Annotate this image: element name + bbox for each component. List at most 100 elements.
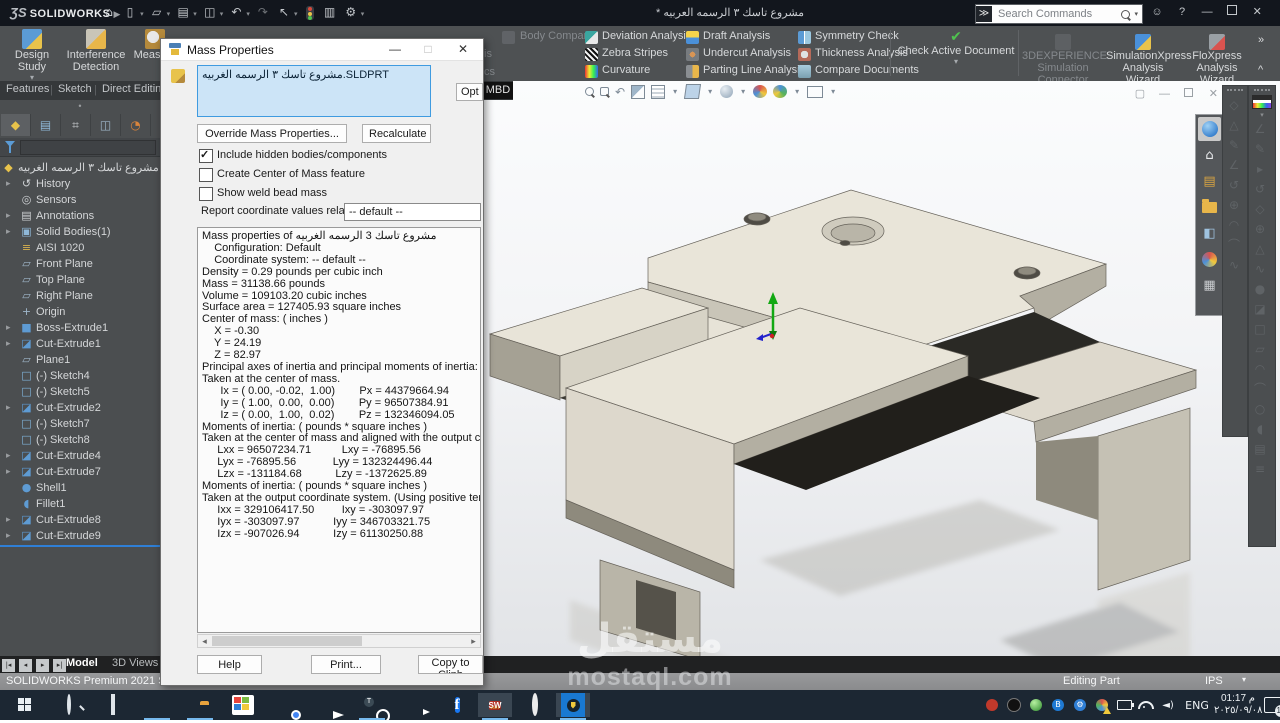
taskpane-file-explorer-tab[interactable]	[1198, 195, 1221, 219]
tab-configurationmanager[interactable]: ⌗	[61, 114, 91, 136]
tree-item[interactable]: ◆ مشروع تاسك ٣ الرسمه الغربيه (D	[0, 160, 160, 176]
taskbar-app-button[interactable]: SW	[478, 693, 512, 717]
zebra-stripes-label[interactable]: Zebra Stripes	[602, 47, 668, 59]
taskpane-appearances-tab[interactable]	[1198, 247, 1221, 271]
symmetry-check-label[interactable]: Symmetry Check	[815, 30, 899, 42]
expand-arrow-icon[interactable]: ▸	[6, 464, 11, 480]
expand-arrow-icon[interactable]: ▸	[6, 208, 11, 224]
document-list-box[interactable]: مشروع تاسك ٣ الرسمه الغربيه.SLDPRT	[197, 65, 431, 117]
compare-documents-icon[interactable]	[798, 65, 811, 78]
undo-icon[interactable]: ↶	[227, 5, 245, 19]
open-icon[interactable]: ▱	[148, 5, 166, 19]
undercut-analysis-icon[interactable]	[686, 48, 699, 61]
print-icon[interactable]: ◫	[201, 5, 219, 19]
expand-arrow-icon[interactable]: ▸	[6, 320, 11, 336]
doc-close-icon[interactable]: ✕	[1203, 87, 1223, 100]
tray-bluetooth-icon[interactable]: B	[1050, 697, 1066, 713]
expand-arrow-icon[interactable]: ▸	[6, 224, 11, 240]
tab-direct-editing[interactable]: Direct Editing	[102, 83, 167, 95]
tree-item[interactable]: ▸ ■ Boss-Extrude1	[0, 320, 160, 336]
taskbar-app-button[interactable]	[398, 693, 432, 717]
options-caret-icon[interactable]: ▾	[361, 11, 365, 18]
taskbar-app-button[interactable]	[518, 693, 552, 717]
open-caret-icon[interactable]: ▾	[167, 11, 171, 18]
design-study-button[interactable]: Design Study ▾	[4, 29, 60, 82]
scroll-left-arrow-icon[interactable]: ◂	[198, 635, 211, 647]
previous-view-icon[interactable]: ↶	[615, 85, 625, 99]
tab-3d-views[interactable]: 3D Views	[112, 657, 158, 669]
statusbar-units[interactable]: IPS	[1205, 675, 1223, 687]
hud-caret-icon[interactable]: ▾	[673, 87, 677, 96]
expand-arrow-icon[interactable]: ▸	[6, 512, 11, 528]
draft-analysis-icon[interactable]	[686, 31, 699, 44]
apply-scene-icon[interactable]	[773, 85, 787, 98]
tray-settings-wrench-icon[interactable]: ⚙	[1072, 697, 1088, 713]
taskpane-view-palette-tab[interactable]: ◧	[1198, 221, 1221, 245]
tree-item[interactable]: + Origin	[0, 304, 160, 320]
edit-appearance-icon[interactable]	[753, 85, 767, 98]
tree-item[interactable]: ◖ Fillet1	[0, 496, 160, 512]
tab-scroll-prev-button[interactable]: ◂	[19, 659, 32, 672]
taskpane-custom-properties-tab[interactable]: ▦	[1198, 273, 1221, 297]
taskbar-app-button[interactable]	[226, 693, 260, 717]
expand-arrow-icon[interactable]: ▸	[6, 176, 11, 192]
coordinate-system-dropdown[interactable]: -- default --	[344, 203, 481, 221]
curvature-icon[interactable]	[585, 65, 598, 78]
expand-arrow-icon[interactable]: ▸	[6, 336, 11, 352]
tab-displaymanager[interactable]: ◔	[121, 114, 151, 136]
user-account-icon[interactable]: ☺	[1146, 6, 1168, 18]
hud-caret-icon[interactable]: ▾	[708, 87, 712, 96]
view-settings-monitor-icon[interactable]	[807, 86, 823, 98]
taskpane-design-library-tab[interactable]: ▤	[1198, 169, 1221, 193]
select-cursor-icon[interactable]: ↖	[275, 5, 293, 19]
tray-pie-warning-icon[interactable]	[1094, 697, 1110, 713]
tray-wifi-icon[interactable]	[1138, 697, 1154, 713]
view-orientation-cube-icon[interactable]	[684, 84, 701, 99]
tree-item[interactable]: ▱ Right Plane	[0, 288, 160, 304]
file-properties-icon[interactable]: ▥	[321, 5, 339, 19]
print-caret-icon[interactable]: ▾	[220, 11, 224, 18]
curvature-label[interactable]: Curvature	[602, 64, 650, 76]
tab-model[interactable]: Model	[66, 657, 98, 669]
notification-center-icon[interactable]: 19	[1264, 697, 1280, 713]
tab-propertymanager[interactable]: ▤	[31, 114, 61, 136]
ribbon-collapse-arrow[interactable]: ^	[1258, 64, 1263, 76]
annotation-view-icon[interactable]	[651, 85, 665, 99]
tab-sketch[interactable]: Sketch	[58, 83, 92, 95]
taskbar-app-button[interactable]	[52, 693, 86, 717]
hud-caret-icon[interactable]: ▾	[831, 87, 835, 96]
tree-item[interactable]: □ (-) Sketch4	[0, 368, 160, 384]
help-button[interactable]: Help	[197, 655, 262, 674]
taskpane-3dexperience-tab[interactable]	[1198, 117, 1221, 141]
hud-caret-icon[interactable]: ▾	[741, 87, 745, 96]
draft-analysis-label[interactable]: Draft Analysis	[703, 30, 770, 42]
include-hidden-checkbox[interactable]	[199, 149, 213, 163]
tree-item[interactable]: ≡ AISI 1020	[0, 240, 160, 256]
print-button[interactable]: Print...	[311, 655, 381, 674]
check-active-document-button[interactable]: ✔ Check Active Document ▾	[896, 29, 1016, 66]
hud-caret-icon[interactable]: ▾	[795, 87, 799, 96]
zoom-fit-icon[interactable]	[585, 87, 594, 96]
tray-green-icon[interactable]	[1028, 697, 1044, 713]
expand-arrow-icon[interactable]: ▸	[6, 528, 11, 544]
tree-item[interactable]: ▸ ▣ Solid Bodies(1)	[0, 224, 160, 240]
search-icon[interactable]	[1121, 10, 1130, 19]
dialog-minimize-button[interactable]: —	[383, 42, 407, 56]
thickness-analysis-label[interactable]: Thickness Analysis	[815, 47, 908, 59]
scrollbar-thumb[interactable]	[212, 636, 362, 646]
recalculate-button[interactable]: Recalculate	[362, 124, 431, 143]
undercut-analysis-label[interactable]: Undercut Analysis	[703, 47, 791, 59]
tray-battery-icon[interactable]	[1116, 697, 1132, 713]
tab-mbd[interactable]: MBD	[483, 82, 513, 99]
filter-funnel-icon[interactable]	[5, 141, 15, 147]
zoom-area-icon[interactable]	[600, 87, 609, 96]
tree-item[interactable]: ◎ Sensors	[0, 192, 160, 208]
options-gear-icon[interactable]: ⚙	[342, 5, 360, 19]
rebuild-traffic-light-icon[interactable]	[306, 6, 314, 20]
toolbar-drag-handle[interactable]	[1227, 89, 1243, 91]
tree-item[interactable]: □ (-) Sketch7	[0, 416, 160, 432]
undo-caret-icon[interactable]: ▾	[246, 11, 250, 18]
doc-cascade-icon[interactable]: ▢	[1130, 87, 1150, 100]
taskbar-app-button[interactable]	[8, 693, 42, 717]
tab-features[interactable]: Features	[6, 83, 49, 95]
